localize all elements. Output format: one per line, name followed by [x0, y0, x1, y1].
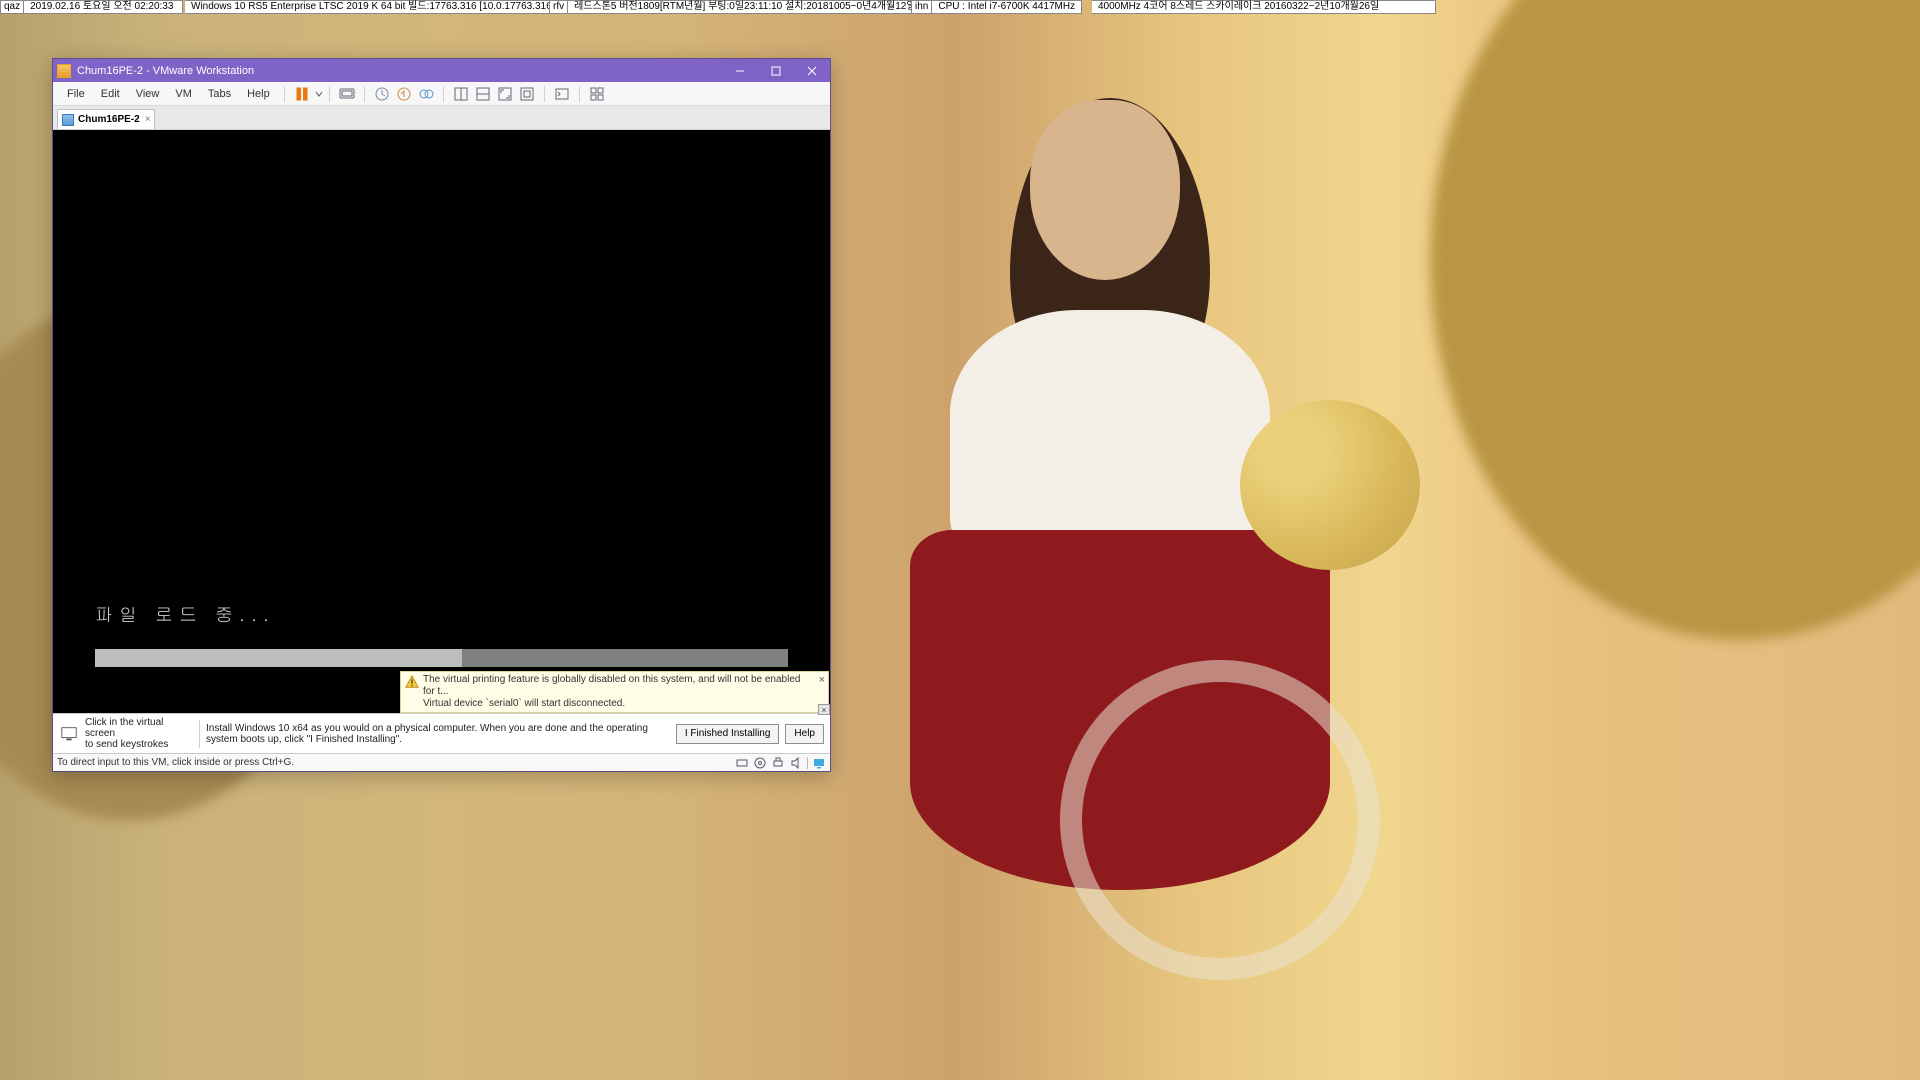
tip-text: Click in the virtual screen to send keys… [85, 717, 193, 750]
info-value: 4000MHz 4코어 8스레드 스카이레이크 20160322~2년10개월2… [1092, 0, 1436, 14]
device-printer-icon[interactable] [771, 756, 785, 770]
separator [329, 86, 330, 102]
figure-bike-wheel [1060, 660, 1380, 980]
vm-tab-label: Chum16PE-2 [78, 114, 140, 125]
install-message: Install Windows 10 x64 as you would on a… [206, 723, 676, 745]
loading-text: 파일 로드 중... [95, 602, 275, 627]
vm-viewport[interactable]: 파일 로드 중... The virtual printing feature … [53, 130, 830, 713]
tip-line-2: to send keystrokes [85, 739, 193, 750]
finished-installing-button[interactable]: I Finished Installing [676, 724, 780, 744]
separator [807, 757, 808, 769]
tip-monitor-icon [59, 724, 79, 744]
installbar-close-icon[interactable]: × [818, 704, 830, 715]
info-widget: rfv레드스톤5 버전1809[RTM년월] 부팅:0일23:11:10 설치:… [549, 0, 897, 14]
fullscreen-button[interactable] [494, 83, 516, 105]
console-view-button[interactable] [551, 83, 573, 105]
info-widget: qaz2019.02.16 토요일 오전 02:20:33 [0, 0, 183, 14]
close-button[interactable] [794, 59, 830, 82]
menu-tabs[interactable]: Tabs [200, 88, 239, 100]
snapshot-take-button[interactable] [371, 83, 393, 105]
menu-view[interactable]: View [128, 88, 168, 100]
tab-row: Chum16PE-2 × [53, 106, 830, 130]
menubar: FileEditViewVMTabsHelp [53, 82, 830, 106]
help-button[interactable]: Help [785, 724, 824, 744]
separator [443, 86, 444, 102]
warning-icon [405, 675, 419, 689]
separator [199, 720, 200, 748]
info-value: CPU : Intel i7-6700K 4417MHz [932, 0, 1082, 14]
send-ctrl-alt-del-button[interactable] [336, 83, 358, 105]
progress-bar [95, 649, 788, 667]
info-value: Windows 10 RS5 Enterprise LTSC 2019 K 64… [185, 0, 561, 14]
info-tag: rfv [549, 0, 568, 14]
notif-line-2: Virtual device `serial0` will start disc… [423, 698, 814, 710]
separator [544, 86, 545, 102]
system-info-strip: qaz2019.02.16 토요일 오전 02:20:33Windows 10 … [0, 0, 1920, 14]
power-menu-chevron[interactable] [315, 90, 323, 98]
info-value: 레드스톤5 버전1809[RTM년월] 부팅:0일23:11:10 설치:201… [568, 0, 922, 14]
info-widget: ihnCPU : Intel i7-6700K 4417MHz [911, 0, 1076, 14]
device-cd-icon[interactable] [753, 756, 767, 770]
wallpaper-figure [870, 60, 1470, 960]
vm-icon [62, 114, 74, 126]
fit-window-button[interactable] [472, 83, 494, 105]
info-tag: qaz [0, 0, 24, 14]
figure-flowers [1240, 400, 1420, 570]
unity-button[interactable] [516, 83, 538, 105]
close-tab-icon[interactable]: × [145, 114, 151, 125]
figure-head [1030, 100, 1180, 280]
info-widget: Windows 10 RS5 Enterprise LTSC 2019 K 64… [185, 0, 530, 14]
info-widget: 4000MHz 4코어 8스레드 스카이레이크 20160322~2년10개월2… [1092, 0, 1436, 14]
minimize-button[interactable] [722, 59, 758, 82]
power-pause-button[interactable] [291, 83, 313, 105]
menu-vm[interactable]: VM [167, 88, 200, 100]
notification-banner: The virtual printing feature is globally… [400, 671, 829, 713]
statusbar: To direct input to this VM, click inside… [53, 753, 830, 771]
info-value: 2019.02.16 토요일 오전 02:20:33 [24, 0, 183, 14]
thumbnail-view-button[interactable] [586, 83, 608, 105]
separator [364, 86, 365, 102]
window-title: Chum16PE-2 - VMware Workstation [77, 65, 722, 77]
info-tag: ihn [911, 0, 932, 14]
statusbar-text: To direct input to this VM, click inside… [57, 757, 294, 768]
device-hdd-icon[interactable] [735, 756, 749, 770]
separator [284, 86, 285, 102]
titlebar[interactable]: Chum16PE-2 - VMware Workstation [53, 59, 830, 82]
tip-line-1: Click in the virtual screen [85, 717, 193, 739]
separator [579, 86, 580, 102]
notif-line-1: The virtual printing feature is globally… [423, 674, 814, 698]
snapshot-manager-button[interactable] [415, 83, 437, 105]
window-controls [722, 59, 830, 82]
fit-guest-button[interactable] [450, 83, 472, 105]
vmware-window: Chum16PE-2 - VMware Workstation FileEdit… [52, 58, 831, 772]
bokeh-tree [1430, 0, 1920, 640]
menu-edit[interactable]: Edit [93, 88, 128, 100]
notif-close-icon[interactable]: × [819, 674, 825, 686]
menu-help[interactable]: Help [239, 88, 278, 100]
vm-tab[interactable]: Chum16PE-2 × [57, 109, 155, 129]
install-help-bar: × Click in the virtual screen to send ke… [53, 713, 830, 753]
snapshot-revert-button[interactable] [393, 83, 415, 105]
vmware-app-icon [57, 64, 71, 78]
menu-file[interactable]: File [59, 88, 93, 100]
maximize-button[interactable] [758, 59, 794, 82]
statusbar-devices [735, 756, 826, 770]
device-display-icon[interactable] [812, 756, 826, 770]
device-sound-icon[interactable] [789, 756, 803, 770]
progress-fill [95, 649, 462, 667]
